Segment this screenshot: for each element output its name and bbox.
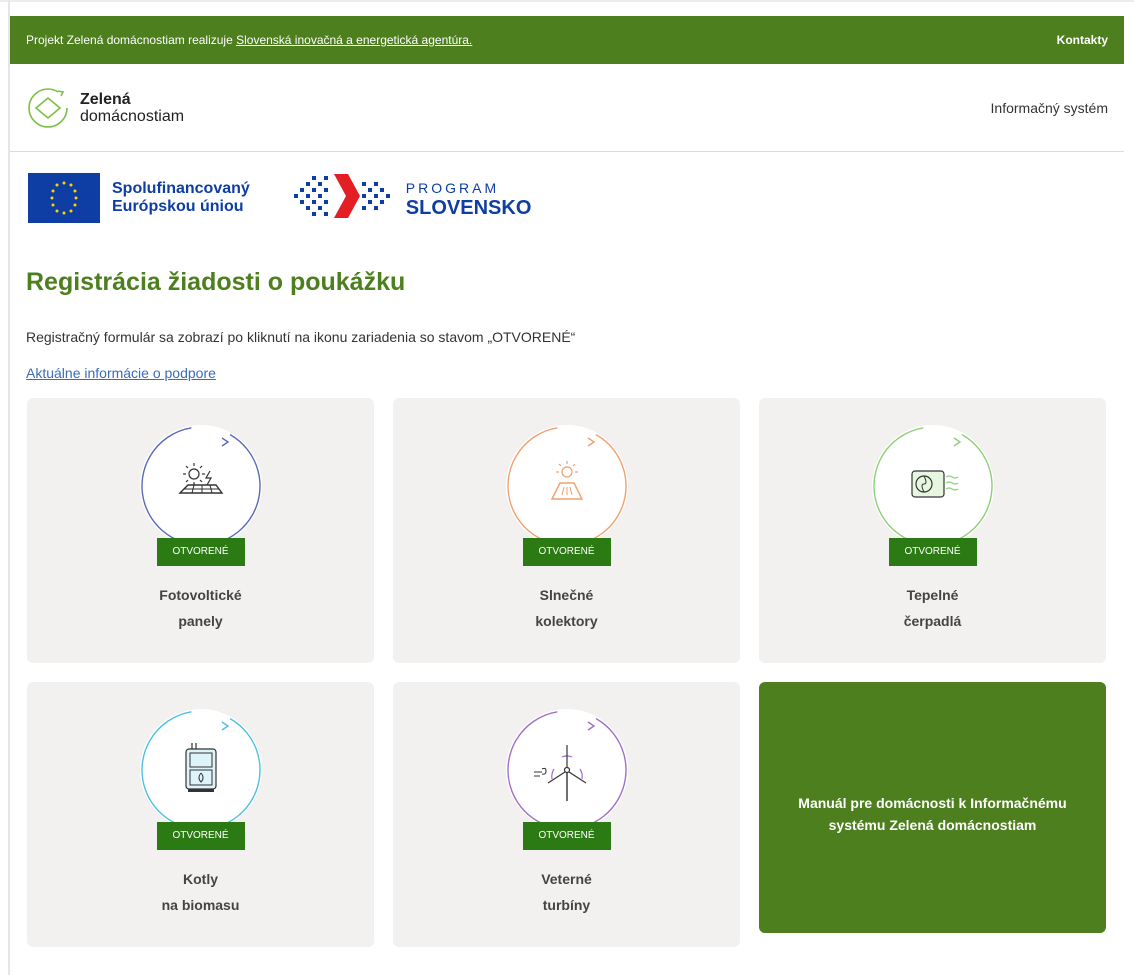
- card-label-line-1: Fotovoltické: [159, 587, 242, 603]
- logo-line-2: domácnostiam: [80, 107, 185, 125]
- solar-collector-icon: [506, 426, 627, 546]
- card-label-line-1: Veterné: [541, 871, 592, 887]
- card-label-line-1: Slnečné: [539, 587, 594, 603]
- card-label-line-2: na biomasu: [161, 897, 240, 913]
- card-photovoltaic-panels[interactable]: OTVORENÉ Fotovoltické panely: [27, 398, 374, 663]
- card-icon-circle: [505, 425, 628, 547]
- manual-line-1: Manuál pre domácnosti k Informačnému: [798, 795, 1067, 811]
- card-label: Veterné turbíny: [393, 866, 740, 918]
- manual-link-text: Manuál pre domácnosti k Informačnému sys…: [759, 792, 1106, 836]
- top-bar: Projekt Zelená domácnostiam realizuje Sl…: [10, 16, 1124, 64]
- card-biomass-boilers[interactable]: OTVORENÉ Kotly na biomasu: [27, 682, 374, 947]
- eu-cofunded-text: Spolufinancovaný Európskou úniou: [112, 180, 250, 216]
- eu-line-1: Spolufinancovaný: [112, 180, 250, 197]
- house-leaf-logo-icon: [28, 87, 68, 128]
- project-notice: Projekt Zelená domácnostiam realizuje Sl…: [26, 33, 1057, 47]
- contacts-link[interactable]: Kontakty: [1057, 33, 1108, 47]
- eu-line-2: Európskou úniou: [112, 198, 244, 215]
- solar-panel-icon: [140, 426, 261, 546]
- intro-text: Registračný formulár sa zobrazí po klikn…: [26, 329, 576, 345]
- card-label-line-2: turbíny: [542, 897, 591, 913]
- card-solar-collectors[interactable]: OTVORENÉ Slnečné kolektory: [393, 398, 740, 663]
- support-news-link[interactable]: Aktuálne informácie o podpore: [26, 365, 216, 381]
- card-label-line-1: Tepelné: [906, 587, 959, 603]
- manual-card[interactable]: Manuál pre domácnosti k Informačnému sys…: [759, 682, 1106, 933]
- page-title: Registrácia žiadosti o poukážku: [26, 268, 406, 296]
- status-badge: OTVORENÉ: [156, 538, 245, 566]
- card-label-line-2: panely: [178, 613, 223, 629]
- card-label-line-2: čerpadlá: [903, 613, 962, 629]
- program-line-2: SLOVENSKO: [405, 197, 532, 219]
- agency-link[interactable]: Slovenská inovačná a energetická agentúr…: [236, 33, 472, 47]
- eu-flag-icon: [28, 173, 100, 223]
- card-label: Tepelné čerpadlá: [759, 582, 1106, 634]
- card-icon-circle: [871, 425, 994, 547]
- card-label-line-1: Kotly: [183, 871, 218, 887]
- status-badge: OTVORENÉ: [522, 822, 611, 850]
- biomass-boiler-icon: [140, 710, 261, 830]
- program-slovensko-mark-icon: [293, 174, 390, 218]
- card-icon-circle: [139, 709, 262, 831]
- window-edge: [0, 0, 1134, 2]
- funding-logos: Spolufinancovaný Európskou úniou PROGRAM…: [28, 168, 531, 228]
- card-label-line-2: kolektory: [535, 613, 598, 629]
- status-badge: OTVORENÉ: [156, 822, 245, 850]
- status-badge: OTVORENÉ: [522, 538, 611, 566]
- card-icon-circle: [505, 709, 628, 831]
- information-system-link[interactable]: Informačný systém: [991, 100, 1108, 116]
- site-logo[interactable]: Zelená domácnostiam: [26, 86, 184, 130]
- status-badge: OTVORENÉ: [888, 538, 977, 566]
- heat-pump-icon: [872, 426, 993, 546]
- program-line-1: PROGRAM: [405, 180, 500, 196]
- site-header: Zelená domácnostiam Informačný systém: [10, 64, 1124, 152]
- logo-line-1: Zelená: [80, 90, 131, 108]
- card-label: Slnečné kolektory: [393, 582, 740, 634]
- manual-line-2: systému Zelená domácnostiam: [828, 817, 1037, 833]
- card-heat-pumps[interactable]: OTVORENÉ Tepelné čerpadlá: [759, 398, 1106, 663]
- wind-turbine-icon: [506, 710, 627, 830]
- program-slovensko-text: PROGRAM SLOVENSKO: [406, 178, 532, 218]
- card-icon-circle: [139, 425, 262, 547]
- card-wind-turbines[interactable]: OTVORENÉ Veterné turbíny: [393, 682, 740, 947]
- project-notice-text: Projekt Zelená domácnostiam realizuje: [26, 33, 237, 47]
- card-label: Kotly na biomasu: [27, 866, 374, 918]
- card-label: Fotovoltické panely: [27, 582, 374, 634]
